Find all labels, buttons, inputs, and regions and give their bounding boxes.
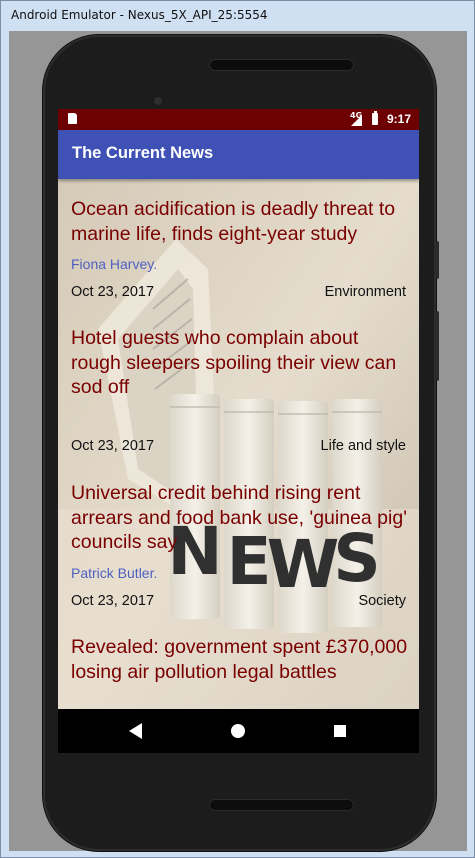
status-bar: 4G 9:17 [58,109,419,130]
article-author: Patrick Butler. [71,565,158,581]
power-button[interactable] [435,241,439,279]
volume-button[interactable] [435,311,439,381]
phone-screen: 4G 9:17 The Current News N E W S Ocean a… [58,109,419,753]
news-list[interactable]: N E W S Ocean acidification is deadly th… [58,179,419,709]
signal-bars-icon [351,115,362,126]
article-headline[interactable]: Universal credit behind rising rent arre… [71,481,411,555]
article-date: Oct 23, 2017 [71,438,155,454]
front-camera [154,97,162,105]
article-section: Life and style [320,438,406,454]
article-date: Oct 23, 2017 [71,593,155,609]
bottom-speaker [209,799,354,811]
signal-icon: 4G [350,112,362,126]
sd-card-icon [68,113,77,124]
window-title: Android Emulator - Nexus_5X_API_25:5554 [11,8,268,22]
app-title: The Current News [72,144,214,162]
battery-icon [372,111,378,125]
article-section: Society [358,593,406,609]
article-headline[interactable]: Revealed: government spent £370,000 losi… [71,635,411,684]
status-time: 9:17 [387,112,412,126]
article-headline[interactable]: Hotel guests who complain about rough sl… [71,326,411,400]
article-section: Environment [324,284,406,300]
article-author: Fiona Harvey. [71,256,158,272]
top-speaker [209,59,354,71]
article-headline[interactable]: Ocean acidification is deadly threat to … [71,197,411,246]
article-date: Oct 23, 2017 [71,284,155,300]
emulator-window: Android Emulator - Nexus_5X_API_25:5554 … [0,0,475,858]
recents-icon[interactable] [334,725,346,737]
navigation-bar [58,709,419,753]
back-icon[interactable] [129,723,143,739]
home-icon[interactable] [231,724,245,738]
app-bar: The Current News [58,130,419,179]
